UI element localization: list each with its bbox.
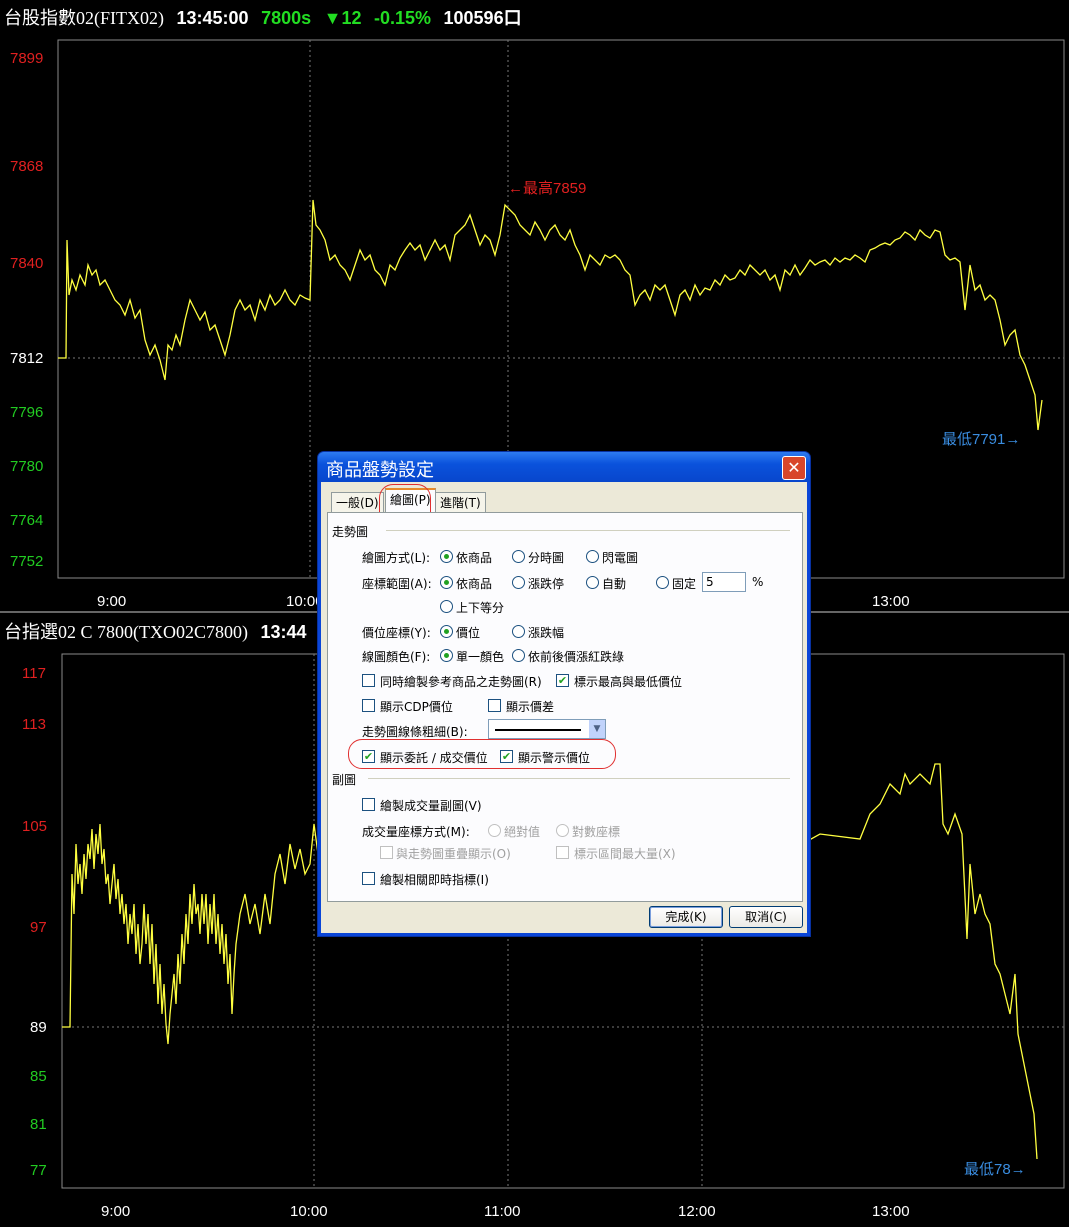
chart-settings-dialog: 商品盤勢設定 ✕ 一般(D) 繪圖(P) 進階(T) 走勢圖 繪圖方式(L): … <box>318 452 810 936</box>
ref-chart-checkbox[interactable] <box>362 674 375 687</box>
top-y-label-7868: 7868 <box>10 158 43 175</box>
draw-mode-option-minute: 分時圖 <box>528 551 565 565</box>
vol-coord-option-log: 對數座標 <box>572 825 621 839</box>
max-vol-checkbox[interactable] <box>556 846 569 859</box>
line-width-label: 走勢圖線條粗細(B): <box>362 725 468 739</box>
spread-checkbox[interactable] <box>488 699 501 712</box>
top-low-annotation: 最低7791→ <box>942 431 1020 448</box>
coord-range-radio-limit[interactable] <box>512 576 525 589</box>
cdp-checkbox[interactable] <box>362 699 375 712</box>
coord-range-radio-fixed[interactable] <box>656 576 669 589</box>
price-coord-radio-price[interactable] <box>440 625 453 638</box>
drawing-tab-sheet: 走勢圖 繪圖方式(L): 依商品 分時圖 閃電圖 座標範圍(A): 依商品 漲跌… <box>327 512 803 902</box>
coord-range-option-auto: 自動 <box>602 577 627 591</box>
vol-coord-radio-absolute[interactable] <box>488 824 501 837</box>
cdp-label: 顯示CDP價位 <box>380 700 453 714</box>
tab-general[interactable]: 一般(D) <box>331 492 384 513</box>
coord-range-option-product: 依商品 <box>456 577 493 591</box>
volume-sub-checkbox[interactable] <box>362 798 375 811</box>
bottom-y-label-81: 81 <box>30 1116 47 1133</box>
highlight-ring-checkboxes <box>348 739 616 769</box>
realtime-indicator-checkbox[interactable] <box>362 872 375 885</box>
coord-range-radio-equal[interactable] <box>440 600 453 613</box>
overlay-label: 與走勢圖重疊顯示(O) <box>396 847 511 861</box>
coord-range-option-equal: 上下等分 <box>456 601 505 615</box>
top-y-label-7812: 7812 <box>10 350 43 367</box>
bottom-y-label-85: 85 <box>30 1068 47 1085</box>
top-y-label-7780: 7780 <box>10 458 43 475</box>
max-vol-label: 標示區間最大量(X) <box>574 847 676 861</box>
vol-coord-radio-log[interactable] <box>556 824 569 837</box>
draw-mode-option-lightning: 閃電圖 <box>602 551 639 565</box>
dialog-body: 一般(D) 繪圖(P) 進階(T) 走勢圖 繪圖方式(L): 依商品 分時圖 閃… <box>321 482 807 933</box>
draw-mode-label: 繪圖方式(L): <box>362 551 431 565</box>
tab-advanced[interactable]: 進階(T) <box>435 492 486 513</box>
line-width-select[interactable]: ▼ <box>488 719 606 739</box>
chevron-down-icon[interactable]: ▼ <box>589 720 605 738</box>
coord-range-radio-auto[interactable] <box>586 576 599 589</box>
fixed-percent-stepper[interactable]: 5 <box>702 572 746 592</box>
high-low-label: 標示最高與最低價位 <box>574 675 683 689</box>
line-color-option-single: 單一顏色 <box>456 650 505 664</box>
line-color-label: 線圖顏色(F): <box>362 650 431 664</box>
section-sub: 副圖 <box>332 773 357 787</box>
bottom-x-label-1300: 13:00 <box>872 1203 910 1220</box>
close-icon[interactable]: ✕ <box>782 456 806 480</box>
bottom-y-label-113: 113 <box>22 716 46 733</box>
bottom-y-label-77: 77 <box>30 1162 47 1179</box>
dialog-title: 商品盤勢設定 <box>326 460 434 480</box>
top-y-label-7899: 7899 <box>10 50 43 67</box>
coord-range-option-fixed: 固定 <box>672 577 697 591</box>
ok-button[interactable]: 完成(K) <box>649 906 723 928</box>
section-trend: 走勢圖 <box>332 525 369 539</box>
bottom-low-annotation: 最低78→ <box>964 1161 1026 1178</box>
bottom-y-label-97: 97 <box>30 919 47 936</box>
draw-mode-radio-minute[interactable] <box>512 550 525 563</box>
bottom-y-label-117: 117 <box>22 665 46 682</box>
draw-mode-radio-lightning[interactable] <box>586 550 599 563</box>
bottom-x-label-1200: 12:00 <box>678 1203 716 1220</box>
top-y-label-7752: 7752 <box>10 553 43 570</box>
spread-label: 顯示價差 <box>506 700 555 714</box>
bottom-y-label-89: 89 <box>30 1019 47 1036</box>
top-y-label-7796: 7796 <box>10 404 43 421</box>
top-y-label-7840: 7840 <box>10 255 43 272</box>
top-x-label-1300: 13:00 <box>872 593 910 610</box>
coord-range-radio-product[interactable] <box>440 576 453 589</box>
bottom-x-label-1100: 11:00 <box>484 1203 520 1220</box>
top-x-label-900: 9:00 <box>97 593 126 610</box>
price-coord-option-pct: 漲跌幅 <box>528 626 565 640</box>
fixed-percent-value: 5 <box>706 575 714 589</box>
price-coord-radio-pct[interactable] <box>512 625 525 638</box>
top-y-label-7764: 7764 <box>10 512 43 529</box>
top-price-line <box>58 199 1043 431</box>
high-low-checkbox[interactable]: ✔ <box>556 674 569 687</box>
coord-range-label: 座標範圍(A): <box>362 577 432 591</box>
line-width-sample <box>495 729 581 731</box>
dialog-titlebar[interactable]: 商品盤勢設定 ✕ <box>318 452 810 482</box>
coord-range-option-limit: 漲跌停 <box>528 577 565 591</box>
draw-mode-option-product: 依商品 <box>456 551 493 565</box>
fixed-percent-unit: % <box>752 575 764 589</box>
draw-mode-radio-product[interactable] <box>440 550 453 563</box>
cancel-button[interactable]: 取消(C) <box>729 906 803 928</box>
ref-chart-label: 同時繪製參考商品之走勢圖(R) <box>380 675 542 689</box>
line-color-option-updown: 依前後價漲紅跌綠 <box>528 650 625 664</box>
bottom-x-label-1000: 10:00 <box>290 1203 328 1220</box>
bottom-y-label-105: 105 <box>22 818 47 835</box>
price-coord-option-price: 價位 <box>456 626 481 640</box>
price-coord-label: 價位座標(Y): <box>362 626 431 640</box>
bottom-x-label-900: 9:00 <box>101 1203 130 1220</box>
top-high-annotation: ←最高7859 <box>508 180 586 197</box>
realtime-indicator-label: 繪製相關即時指標(I) <box>380 873 489 887</box>
line-color-radio-updown[interactable] <box>512 649 525 662</box>
line-color-radio-single[interactable] <box>440 649 453 662</box>
volume-sub-label: 繪製成交量副圖(V) <box>380 799 482 813</box>
vol-coord-label: 成交量座標方式(M): <box>362 825 470 839</box>
overlay-checkbox[interactable] <box>380 846 393 859</box>
vol-coord-option-absolute: 絕對值 <box>504 825 541 839</box>
